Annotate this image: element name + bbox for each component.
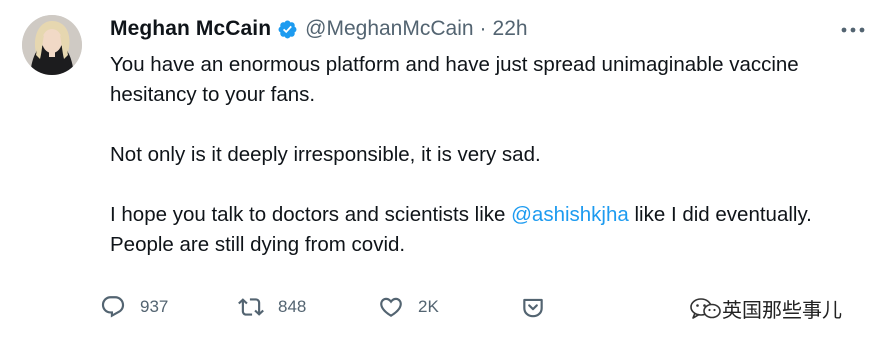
watermark: 英国那些事儿 [688, 294, 842, 323]
reply-icon [101, 296, 125, 318]
like-count: 2K [418, 297, 439, 316]
more-dots-icon [841, 27, 865, 33]
reply-button[interactable]: 937 [100, 294, 168, 320]
tweet-paragraph: You have an enormous platform and have j… [110, 53, 799, 106]
retweet-button[interactable]: 848 [238, 294, 306, 320]
tweet-header: Meghan McCain @MeghanMcCain · 22h [110, 14, 528, 44]
more-options-button[interactable] [836, 18, 870, 42]
tweet-paragraph: I hope you talk to doctors and scientist… [110, 200, 850, 260]
like-button[interactable]: 2K [378, 294, 439, 320]
author-name[interactable]: Meghan McCain [110, 17, 271, 41]
heart-icon [380, 297, 402, 317]
avatar[interactable] [22, 15, 82, 75]
tweet-card: Meghan McCain @MeghanMcCain · 22h You ha… [0, 0, 888, 349]
watermark-text: 英国那些事儿 [722, 300, 842, 322]
header-separator: · [479, 17, 487, 40]
author-handle[interactable]: @MeghanMcCain [305, 17, 473, 41]
retweet-count: 848 [278, 297, 307, 316]
wechat-logo-icon [690, 297, 721, 319]
tweet-timestamp[interactable]: 22h [493, 17, 528, 41]
tweet-paragraph: Not only is it deeply irresponsible, it … [110, 143, 541, 166]
paragraph-text: I hope you talk to doctors and scientist… [110, 203, 512, 226]
mention-link[interactable]: @ashishkjha [511, 203, 629, 226]
retweet-icon [238, 298, 264, 316]
tweet-text: You have an enormous platform and have j… [110, 50, 850, 260]
share-icon [523, 298, 543, 318]
verified-badge-icon [278, 20, 297, 38]
reply-count: 937 [140, 297, 169, 316]
share-button[interactable] [520, 294, 546, 320]
